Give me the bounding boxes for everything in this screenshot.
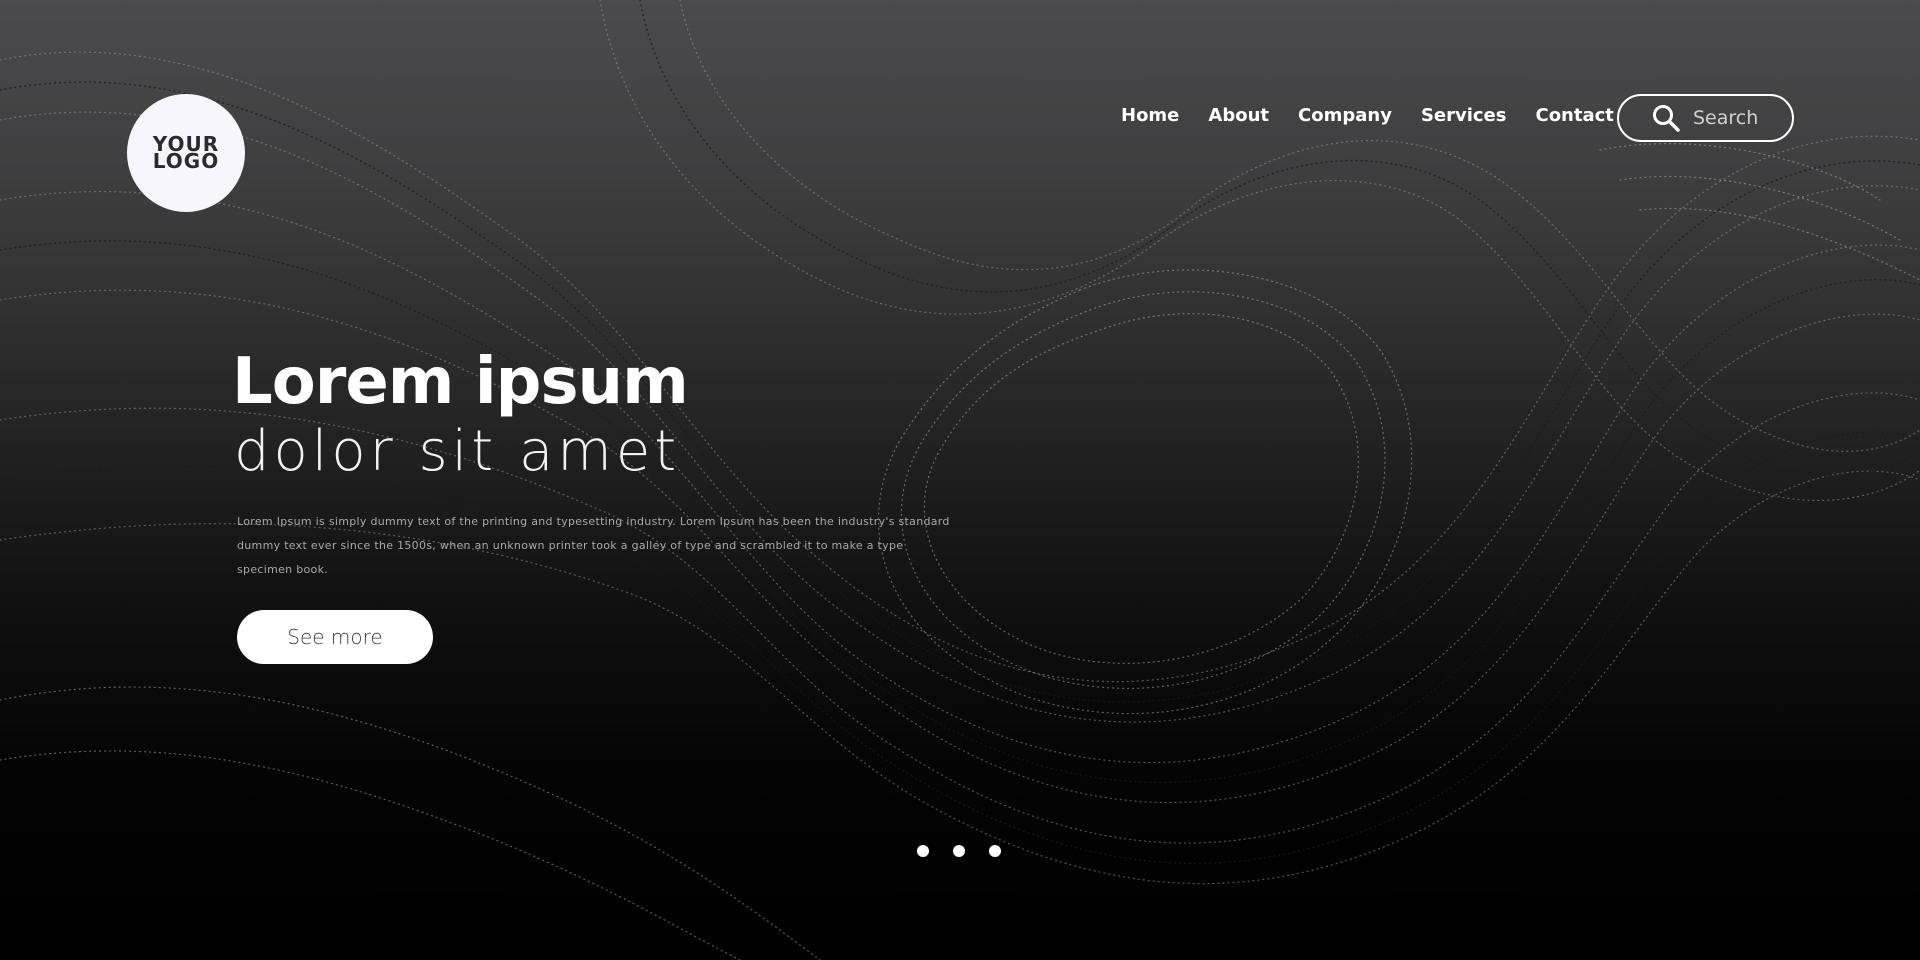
pagination-dot-1[interactable]: [917, 845, 929, 857]
search-box[interactable]: [1617, 94, 1794, 142]
main-nav: Home About Company Services Contact: [1121, 105, 1643, 126]
pagination-dot-3[interactable]: [989, 845, 1001, 857]
nav-item-services[interactable]: Services: [1421, 105, 1507, 126]
nav-item-company[interactable]: Company: [1298, 105, 1392, 126]
hero-body-text: Lorem Ipsum is simply dummy text of the …: [237, 515, 950, 576]
search-input[interactable]: [1693, 107, 1783, 129]
pagination-dots: [917, 845, 1001, 857]
logo[interactable]: YOUR LOGO: [127, 94, 245, 212]
hero-title: Lorem ipsum: [232, 345, 689, 419]
hero-subtitle: dolor sit amet: [234, 419, 681, 484]
nav-item-about[interactable]: About: [1208, 105, 1269, 126]
see-more-button[interactable]: See more: [237, 610, 433, 664]
nav-item-contact[interactable]: Contact: [1535, 105, 1613, 126]
search-icon[interactable]: [1651, 103, 1681, 133]
pagination-dot-2[interactable]: [953, 845, 965, 857]
nav-item-home[interactable]: Home: [1121, 105, 1179, 126]
landing-page: YOUR LOGO Home About Company Services Co…: [0, 0, 1920, 960]
logo-line-2: LOGO: [152, 149, 220, 173]
